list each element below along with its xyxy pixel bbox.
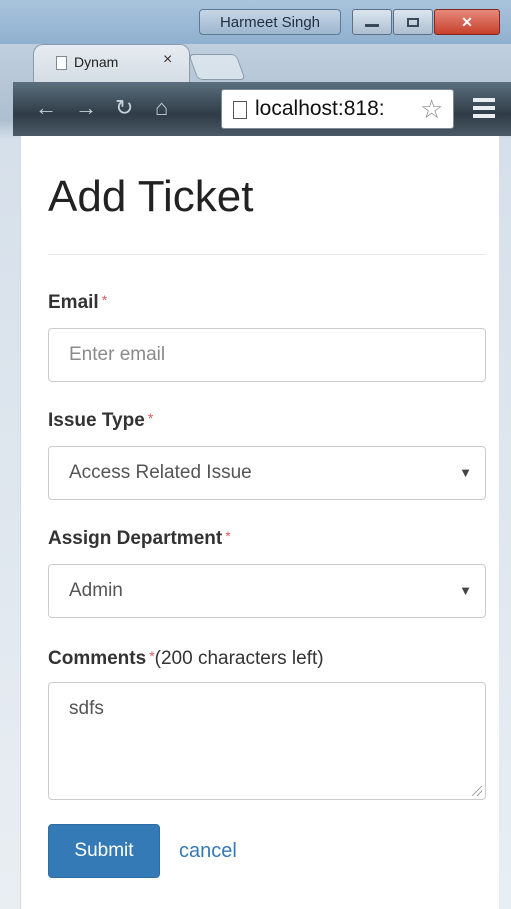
browser-window: Harmeet Singh ✕ Dynam × ← → ↻ ⌂ localhos… (0, 0, 511, 909)
address-bar[interactable]: localhost:818: ☆ (221, 89, 454, 129)
url-text: localhost:818: (255, 97, 385, 120)
department-select[interactable]: Admin ▼ (48, 564, 486, 618)
department-label: Assign Department * (48, 528, 231, 550)
submit-button[interactable]: Submit (48, 824, 160, 878)
tab-title: Dynam (74, 54, 119, 70)
browser-tab[interactable]: Dynam × (33, 44, 190, 82)
reload-icon[interactable]: ↻ (115, 96, 133, 120)
page-icon (56, 56, 67, 70)
bookmark-star-icon[interactable]: ☆ (420, 94, 443, 125)
comments-value: sdfs (69, 698, 104, 719)
required-marker: * (225, 528, 231, 544)
issue-type-label: Issue Type * (48, 410, 153, 432)
department-value: Admin (69, 580, 123, 601)
minimize-button[interactable] (352, 9, 392, 35)
comments-textarea[interactable]: sdfs (48, 682, 486, 800)
email-field[interactable]: Enter email (48, 328, 486, 382)
minimize-icon (365, 23, 379, 27)
issue-type-select[interactable]: Access Related Issue ▼ (48, 446, 486, 500)
page-title: Add Ticket (48, 172, 254, 221)
cancel-link[interactable]: cancel (179, 840, 237, 863)
email-label: Email * (48, 292, 107, 314)
resize-handle[interactable] (472, 786, 482, 796)
issue-type-label-text: Issue Type (48, 410, 145, 431)
issue-type-value: Access Related Issue (69, 462, 252, 483)
email-placeholder: Enter email (69, 344, 166, 365)
department-label-text: Assign Department (48, 528, 223, 549)
profile-button[interactable]: Harmeet Singh (199, 9, 341, 35)
required-marker: * (101, 292, 108, 308)
divider (48, 254, 486, 255)
comments-label-text: Comments (48, 648, 147, 669)
page-icon (233, 101, 247, 119)
character-count: (200 characters left) (154, 648, 324, 669)
page-content: Add Ticket Email * Enter email Issue Type… (20, 136, 499, 909)
tab-close-icon[interactable]: × (163, 51, 172, 69)
back-icon[interactable]: ← (35, 96, 57, 120)
home-icon[interactable]: ⌂ (155, 96, 168, 120)
required-marker: * (147, 410, 154, 426)
maximize-button[interactable] (393, 9, 433, 35)
comments-label: Comments *(200 characters left) (48, 648, 324, 670)
close-icon: ✕ (461, 13, 473, 30)
dropdown-arrow-icon: ▼ (459, 583, 472, 598)
close-window-button[interactable]: ✕ (434, 9, 500, 35)
menu-icon[interactable] (473, 98, 495, 118)
new-tab-button[interactable] (188, 54, 246, 80)
forward-icon[interactable]: → (75, 96, 97, 120)
maximize-icon (407, 17, 419, 27)
email-label-text: Email (48, 292, 99, 313)
dropdown-arrow-icon: ▼ (459, 465, 472, 480)
